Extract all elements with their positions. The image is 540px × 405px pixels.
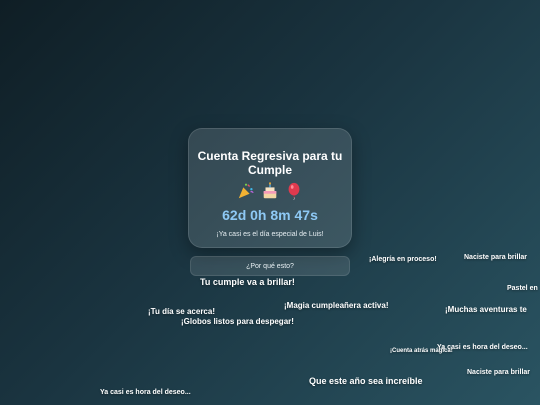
card-title: Cuenta Regresiva para tu Cumple xyxy=(197,149,343,177)
floating-message: ¡Cuenta atrás mágica! xyxy=(390,348,453,354)
birthday-cake-icon xyxy=(263,182,277,199)
floating-message: Que este año sea increíble xyxy=(309,376,423,386)
floating-message: ¡Alegría en proceso! xyxy=(369,256,437,263)
floating-message: ¡Muchas aventuras te xyxy=(445,305,527,314)
emoji-row xyxy=(189,181,351,201)
floating-message: Pastel en xyxy=(507,285,538,292)
floating-message: ¡Magia cumpleañera activa! xyxy=(284,301,389,310)
balloon-icon xyxy=(288,182,300,200)
card-subtitle: ¡Ya casi es el día especial de Luis! xyxy=(216,231,324,238)
why-button[interactable]: ¿Por qué esto? xyxy=(190,256,350,276)
floating-message: Ya casi es hora del deseo... xyxy=(100,389,191,396)
floating-message: ¡Tu día se acerca! xyxy=(148,307,215,316)
floating-message: ¡Globos listos para despegar! xyxy=(181,317,294,326)
countdown-card: Cuenta Regresiva para tu Cumple 62d 0h 8… xyxy=(188,128,352,248)
floating-message: Naciste para brillar xyxy=(467,369,531,376)
party-popper-icon xyxy=(238,183,254,199)
countdown-timer: 62d 0h 8m 47s xyxy=(222,207,318,223)
floating-message: Tu cumple va a brillar! xyxy=(200,277,295,287)
floating-message: Naciste para brillar xyxy=(464,254,528,261)
